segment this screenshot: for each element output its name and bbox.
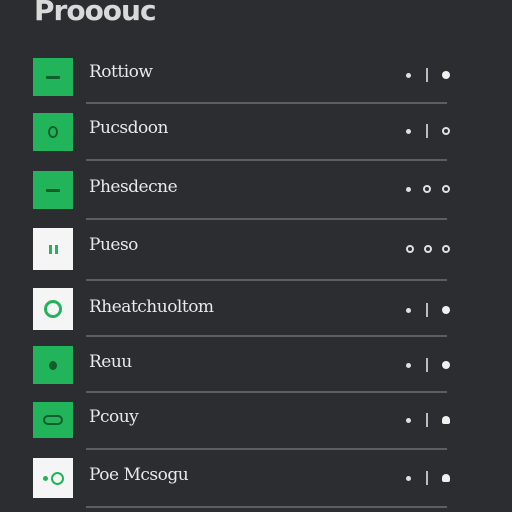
divider	[86, 218, 447, 220]
row-controls	[406, 412, 450, 428]
row-controls	[406, 470, 450, 486]
list-item-label: Reuu	[89, 352, 132, 372]
list-item-label: Pcouy	[89, 407, 139, 427]
toggle-switch-icon	[33, 458, 73, 498]
row-controls	[406, 67, 450, 83]
separator-icon	[425, 471, 428, 485]
separator-icon	[425, 303, 428, 317]
dot-icon	[406, 72, 411, 78]
divider	[86, 391, 447, 393]
circle-icon	[33, 113, 73, 151]
list-item[interactable]: Rottiow	[0, 46, 512, 104]
list-item[interactable]: Pucsdoon	[0, 104, 512, 162]
row-controls	[406, 357, 450, 373]
list-item[interactable]: Phesdecne	[0, 161, 512, 219]
dot-icon	[406, 128, 411, 134]
ring-icon	[33, 288, 73, 330]
separator-icon	[425, 413, 428, 427]
radio-icon[interactable]	[422, 185, 431, 193]
minus-icon	[33, 171, 73, 209]
capsule-icon	[33, 402, 73, 438]
toggle-icon[interactable]	[442, 245, 450, 253]
toggle-icon[interactable]	[442, 71, 450, 79]
minus-icon	[33, 58, 73, 96]
row-controls	[406, 302, 450, 318]
toggle-icon[interactable]	[442, 416, 450, 424]
row-controls	[406, 181, 450, 197]
list-item[interactable]: Poe Mcsogu	[0, 451, 512, 509]
separator-icon	[425, 68, 428, 82]
dot-icon	[406, 417, 411, 423]
bars-icon	[33, 228, 73, 270]
list-item[interactable]: Pcouy	[0, 394, 512, 452]
toggle-icon[interactable]	[442, 127, 450, 135]
dot-icon	[406, 186, 411, 192]
row-controls	[406, 123, 450, 139]
divider	[86, 506, 447, 508]
list-item-label: Phesdecne	[89, 177, 178, 197]
toggle-icon[interactable]	[442, 361, 450, 369]
dot-icon	[406, 362, 411, 368]
separator-icon	[425, 358, 428, 372]
divider	[86, 335, 447, 337]
list-item-label: Rheatchuoltom	[89, 297, 214, 317]
list-item-label: Rottiow	[89, 62, 153, 82]
toggle-icon[interactable]	[442, 185, 450, 193]
list-item-label: Poe Mcsogu	[89, 465, 189, 485]
record-icon	[33, 346, 73, 384]
list-item[interactable]: Rheatchuoltom	[0, 282, 512, 340]
divider	[86, 448, 447, 450]
dot-icon	[406, 475, 411, 481]
toggle-icon[interactable]	[442, 474, 450, 482]
dot-icon	[406, 307, 411, 313]
separator-icon	[425, 124, 428, 138]
row-controls	[406, 241, 450, 257]
list-item-label: Pueso	[89, 235, 138, 255]
divider	[86, 279, 447, 281]
radio-icon[interactable]	[424, 245, 432, 253]
list-item[interactable]: Pueso	[0, 221, 512, 279]
list-item[interactable]: Reuu	[0, 338, 512, 396]
page-title: Prooouc	[34, 0, 157, 27]
radio-icon[interactable]	[406, 245, 414, 253]
list-item-label: Pucsdoon	[89, 118, 168, 138]
toggle-icon[interactable]	[442, 306, 450, 314]
